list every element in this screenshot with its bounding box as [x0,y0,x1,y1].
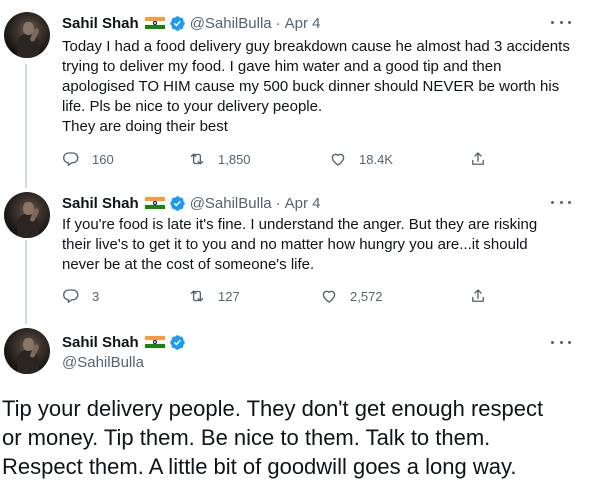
tweet-text-line: apologised TO HIM cause my 500 buck dinn… [62,78,560,95]
verified-badge-icon [169,195,185,211]
author-handle[interactable]: @SahilBulla [190,195,272,212]
separator-dot: · [275,14,281,32]
tweet-text-line: They are doing their best [62,118,228,135]
avatar[interactable] [4,192,50,238]
reply-count: 3 [92,288,100,304]
tweet-text-line: never be at the cost of someone's life. [62,256,315,273]
like-count: 2,572 [350,288,383,304]
share-button[interactable] [469,286,487,306]
reply-button[interactable]: 3 [62,286,99,306]
main-tweet: Sahil Shah @SahilBulla Tip your delivery… [0,320,594,494]
tweet-2[interactable]: Sahil Shah @SahilBulla · Apr 4 If you're… [0,184,594,320]
tweet-text-line: If you're food is late it's fine. I unde… [62,216,538,233]
more-options-icon[interactable] [551,16,571,28]
share-icon [472,152,484,165]
tweet-text-line: trying to deliver my food. I gave him wa… [62,58,502,75]
author-name[interactable]: Sahil Shah [62,195,139,212]
avatar[interactable] [4,328,50,374]
separator-dot: · [275,194,281,212]
tweet-text: Today I had a food delivery guy breakdow… [62,37,582,137]
tweet-text-line: or money. Tip them. Be nice to them. Tal… [2,425,491,450]
tweet-text-line: Today I had a food delivery guy breakdow… [62,38,570,55]
tweet-text: Tip your delivery people. They don't get… [2,394,592,481]
retweet-icon [190,153,204,165]
tweet-text-line: Respect them. A little bit of goodwill g… [2,454,517,479]
retweet-count: 1,850 [218,151,251,167]
tweet-1[interactable]: Sahil Shah @SahilBulla · Apr 4 Today I h… [0,0,594,184]
tweet-header: Sahil Shah @SahilBulla · Apr 4 [62,13,320,33]
india-flag-icon [144,196,165,210]
retweet-button[interactable]: 127 [188,286,240,306]
like-button[interactable]: 18.4K [329,149,393,169]
like-count: 18.4K [359,151,393,167]
more-options-icon[interactable] [551,336,571,348]
retweet-icon [190,290,204,302]
tweet-text: If you're food is late it's fine. I unde… [62,215,582,275]
tweet-actions: 160 1,850 18.4K [62,149,582,169]
reply-count: 160 [92,151,114,167]
reply-icon [63,289,79,304]
heart-icon [322,290,336,303]
retweet-count: 127 [218,288,240,304]
reply-button[interactable]: 160 [62,149,114,169]
tweet-date[interactable]: Apr 4 [285,195,321,212]
tweet-header: Sahil Shah @SahilBulla · Apr 4 [62,193,320,213]
share-icon [472,289,484,302]
like-button[interactable]: 2,572 [320,286,383,306]
more-options-icon[interactable] [551,196,571,208]
tweet-text-line: life. Pls be nice to your delivery peopl… [62,98,323,115]
author-name[interactable]: Sahil Shah [62,334,139,351]
heart-icon [331,153,345,166]
india-flag-icon [144,16,165,30]
reply-icon [63,152,79,167]
tweet-date[interactable]: Apr 4 [285,15,321,32]
author-handle[interactable]: @SahilBulla [62,354,144,371]
retweet-button[interactable]: 1,850 [188,149,251,169]
india-flag-icon [144,335,165,349]
author-handle[interactable]: @SahilBulla [190,15,272,32]
author-name[interactable]: Sahil Shah [62,15,139,32]
tweet-actions: 3 127 2,572 [62,286,582,306]
verified-badge-icon [169,334,185,350]
tweet-text-line: Tip your delivery people. They don't get… [2,396,544,421]
tweet-header: Sahil Shah [62,332,186,352]
avatar[interactable] [4,12,50,58]
tweet-text-line: their live's to get it to you and no mat… [62,236,528,253]
share-button[interactable] [469,149,487,169]
verified-badge-icon [169,15,185,31]
